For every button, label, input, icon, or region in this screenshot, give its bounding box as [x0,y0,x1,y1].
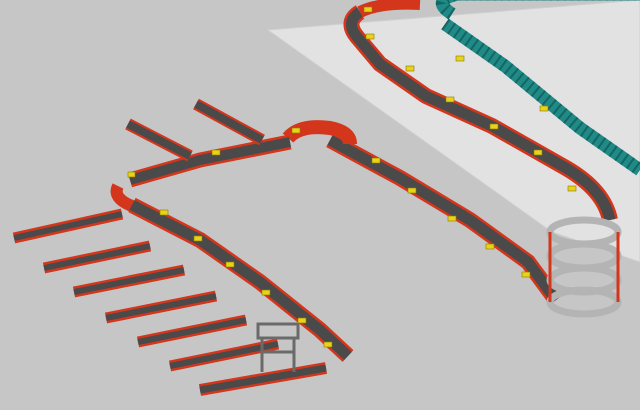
conveyor-scene [0,0,640,410]
